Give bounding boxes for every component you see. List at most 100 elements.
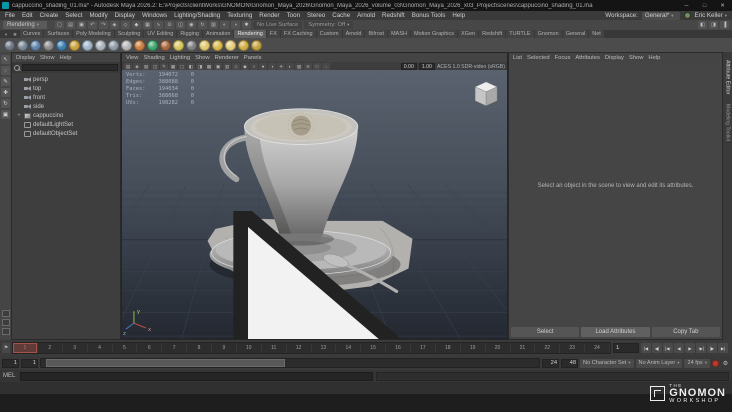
animation-preferences-icon[interactable]: ⚙ — [721, 359, 730, 368]
user-name[interactable]: Eric Keller — [695, 12, 727, 19]
sidebar-tab[interactable]: Modeling Toolkit — [725, 104, 731, 141]
animation-start-field[interactable] — [2, 359, 19, 368]
range-slider-bar[interactable] — [46, 359, 285, 367]
shelf-tab[interactable]: Motion Graphics — [411, 30, 457, 38]
ambient-light-shelf-icon[interactable] — [199, 40, 210, 51]
menu-set-selector[interactable]: Rendering — [3, 21, 47, 29]
outliner-item[interactable]: top — [12, 84, 120, 93]
expand-icon[interactable]: + — [16, 113, 22, 119]
lasso-tool-icon[interactable]: ◌ — [1, 66, 10, 75]
menu-item[interactable]: Stereo — [307, 12, 325, 19]
select-by-hierarchy-icon[interactable]: ◈ — [110, 21, 119, 29]
shelf-tab[interactable]: Curves — [20, 30, 43, 38]
frame-tick[interactable]: 21 — [511, 343, 536, 353]
gamma-field[interactable]: 1.00 — [419, 63, 435, 70]
outliner-item[interactable]: defaultObjectSet — [12, 129, 120, 138]
render-settings-shelf-icon[interactable] — [43, 40, 54, 51]
frame-tick[interactable]: 22 — [535, 343, 560, 353]
step-forward-key-button[interactable]: ·▶| — [696, 343, 706, 353]
standard-surface-shelf-icon[interactable] — [82, 40, 93, 51]
save-scene-icon[interactable]: ▣ — [77, 21, 86, 29]
load-attributes-button[interactable]: Load Attributes — [581, 327, 649, 337]
outliner-item[interactable]: side — [12, 102, 120, 111]
select-by-object-icon[interactable]: ◇ — [121, 21, 130, 29]
outliner-item[interactable]: + cappuccino — [12, 111, 120, 120]
viewport-menu-item[interactable]: Renderer — [215, 55, 239, 61]
frame-tick[interactable]: 18 — [436, 343, 461, 353]
frame-selection-icon[interactable]: ◆ — [241, 63, 249, 70]
viewport-menu-item[interactable]: View — [126, 55, 138, 61]
snap-to-point-icon[interactable]: ⊙ — [165, 21, 174, 29]
close-button[interactable]: ✕ — [715, 0, 730, 11]
shelf-tab[interactable]: Sculpting — [115, 30, 144, 38]
animation-end-field[interactable] — [561, 359, 578, 368]
menu-item[interactable]: Windows — [142, 12, 167, 19]
attribute-editor-menu-item[interactable]: Help — [648, 55, 660, 61]
snap-to-view-plane-icon[interactable]: ◫ — [176, 21, 185, 29]
outliner-item[interactable]: persp — [12, 75, 120, 84]
grease-pencil-icon[interactable]: ✎ — [160, 63, 168, 70]
frame-tick[interactable]: 6 — [137, 343, 162, 353]
go-to-start-button[interactable]: |◀ — [641, 343, 651, 353]
attribute-editor-menu-item[interactable]: Focus — [555, 55, 571, 61]
shelf-tab[interactable]: TURTLE — [506, 30, 533, 38]
frame-tick[interactable]: 3 — [63, 343, 88, 353]
gate-mask-icon[interactable]: ◨ — [196, 63, 204, 70]
no-live-surface-indicator[interactable]: No Live Surface — [253, 21, 302, 29]
make-object-live-icon[interactable]: ◉ — [187, 21, 196, 29]
frame-tick[interactable]: 11 — [262, 343, 287, 353]
viewport-menu-item[interactable]: Panels — [244, 55, 262, 61]
xray-mode-icon[interactable]: □ — [313, 63, 321, 70]
file-texture-shelf-icon[interactable] — [160, 40, 171, 51]
fps-menu[interactable]: 24 fps — [684, 359, 710, 368]
menu-item[interactable]: Create — [40, 12, 59, 19]
grid-toggle-icon[interactable]: ▦ — [169, 63, 177, 70]
menu-item[interactable]: Edit — [22, 12, 33, 19]
frame-tick[interactable]: 2 — [38, 343, 63, 353]
safe-action-icon[interactable]: ▣ — [214, 63, 222, 70]
frame-tick[interactable]: 12 — [287, 343, 312, 353]
shelf-tab[interactable]: Poly Modeling — [73, 30, 114, 38]
frame-tick[interactable]: 9 — [212, 343, 237, 353]
select-button[interactable]: Select — [511, 327, 579, 337]
viewport-menu-item[interactable]: Lighting — [170, 55, 190, 61]
frame-tick[interactable]: 8 — [187, 343, 212, 353]
blinn-shelf-icon[interactable] — [95, 40, 106, 51]
layered-shader-shelf-icon[interactable] — [134, 40, 145, 51]
command-input[interactable] — [20, 372, 373, 381]
shelf-tab[interactable]: Rendering — [234, 30, 265, 38]
snap-to-grid-icon[interactable]: ▦ — [143, 21, 152, 29]
ipr-render-shelf-icon[interactable] — [30, 40, 41, 51]
frame-tick[interactable]: 15 — [361, 343, 386, 353]
frame-tick[interactable]: 4 — [88, 343, 113, 353]
shelf-tab[interactable]: Arnold — [343, 30, 365, 38]
frame-tick[interactable]: 19 — [461, 343, 486, 353]
open-render-view-icon[interactable]: ▥ — [209, 21, 218, 29]
menu-item[interactable]: Display — [115, 12, 135, 19]
animation-bookmark-icon[interactable]: ⚑ — [2, 343, 10, 353]
select-by-component-icon[interactable]: ◆ — [132, 21, 141, 29]
sidebar-tab[interactable]: Attribute Editor — [725, 60, 731, 94]
attribute-editor-menu-item[interactable]: Attributes — [575, 55, 600, 61]
rotate-tool-icon[interactable]: ↻ — [1, 99, 10, 108]
anim-layer-menu[interactable]: No Anim Layer — [636, 359, 683, 368]
menu-item[interactable]: Modify — [89, 12, 107, 19]
new-scene-icon[interactable]: ▢ — [55, 21, 64, 29]
outliner-item[interactable]: front — [12, 93, 120, 102]
outliner-search-input[interactable] — [22, 64, 118, 71]
menu-item[interactable]: Select — [65, 12, 82, 19]
select-tool-icon[interactable]: ↖ — [1, 55, 10, 64]
bookmarks-icon[interactable]: ◈ — [133, 63, 141, 70]
screen-space-ao-icon[interactable]: ▨ — [295, 63, 303, 70]
modeling-toolkit-toggle-icon[interactable]: ◧ — [698, 21, 707, 29]
current-time-marker[interactable] — [13, 343, 37, 353]
open-scene-icon[interactable]: ▤ — [66, 21, 75, 29]
playback-start-field[interactable] — [21, 359, 38, 368]
undo-icon[interactable]: ↶ — [88, 21, 97, 29]
motion-blur-icon[interactable]: ≋ — [304, 63, 312, 70]
menu-item[interactable]: File — [5, 12, 15, 19]
frame-tick[interactable]: 7 — [162, 343, 187, 353]
current-frame-field[interactable] — [613, 343, 639, 353]
shelf-tab[interactable]: UV Editing — [144, 30, 176, 38]
scale-tool-icon[interactable]: ▣ — [1, 110, 10, 119]
